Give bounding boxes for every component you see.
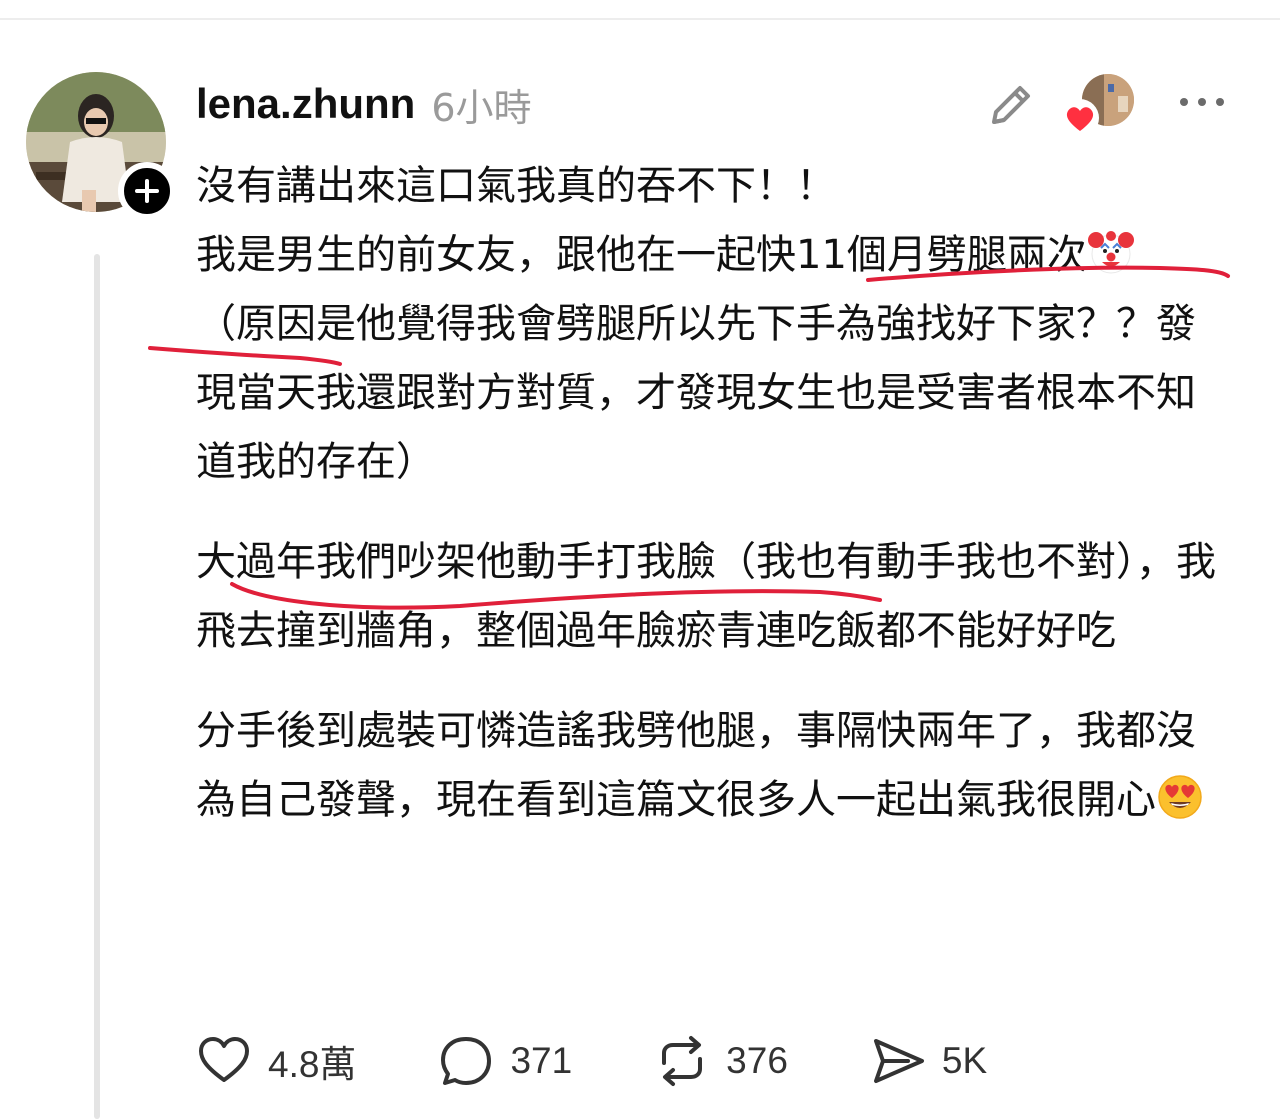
repost-icon [662,1036,703,1086]
post-text: 沒有講出來這口氣我真的吞不下！！ [196,163,836,209]
post-time: 6小時 [431,85,532,130]
liked-by-reaction[interactable] [1060,74,1136,138]
post-text: 我是男生的前女友，跟他在一起快11個月劈腿兩次 [196,232,1087,278]
reply-count: 371 [510,1040,573,1081]
like-count: 4.8萬 [268,1044,357,1085]
more-options-icon[interactable] [1176,92,1228,112]
clown-face-icon [1087,231,1134,274]
reply-button[interactable]: 371 [438,1030,572,1092]
like-button[interactable]: 4.8萬 [196,1030,356,1092]
post-body: 沒有講出來這口氣我真的吞不下！！ 我是男生的前女友，跟他在一起快11個月劈腿兩次… [196,152,1220,835]
repost-count: 376 [726,1040,788,1081]
share-count: 5K [941,1040,988,1081]
post-paragraph: 分手後到處裝可憐造謠我劈他腿，事隔快兩年了，我都沒為自己發聲，現在看到這篇文很多… [196,697,1220,835]
post-paragraph: 大過年我們吵架他動手打我臉（我也有動手我也不對），我飛去撞到牆角，整個過年臉瘀青… [196,539,1216,654]
thread-line [94,254,100,1119]
repost-button[interactable]: 376 [654,1030,788,1092]
pencil-icon[interactable] [984,78,1038,132]
post-action-bar: 4.8萬 371 376 5K [196,1030,987,1092]
heart-eyes-emoji-icon [1158,775,1202,819]
post-text: （原因是他覺得我會劈腿所以先下手為強找好下家？？發現當天我還跟對方對質，才發現女… [196,301,1196,485]
heart-outline-icon [199,1037,249,1082]
share-button[interactable]: 5K [870,1030,987,1092]
post-text: 分手後到處裝可憐造謠我劈他腿，事隔快兩年了，我都沒為自己發聲，現在看到這篇文很多… [196,708,1196,823]
heart-icon [1061,99,1099,137]
follow-button[interactable] [118,162,176,220]
top-divider [0,18,1280,20]
send-icon [873,1039,924,1083]
plus-icon [135,179,159,203]
comment-bubble-icon [441,1037,492,1085]
username[interactable]: lena.zhunn [196,80,415,128]
post-header: lena.zhunn 6小時 [196,74,532,134]
post-paragraph: 沒有講出來這口氣我真的吞不下！！ 我是男生的前女友，跟他在一起快11個月劈腿兩次… [196,152,1220,497]
